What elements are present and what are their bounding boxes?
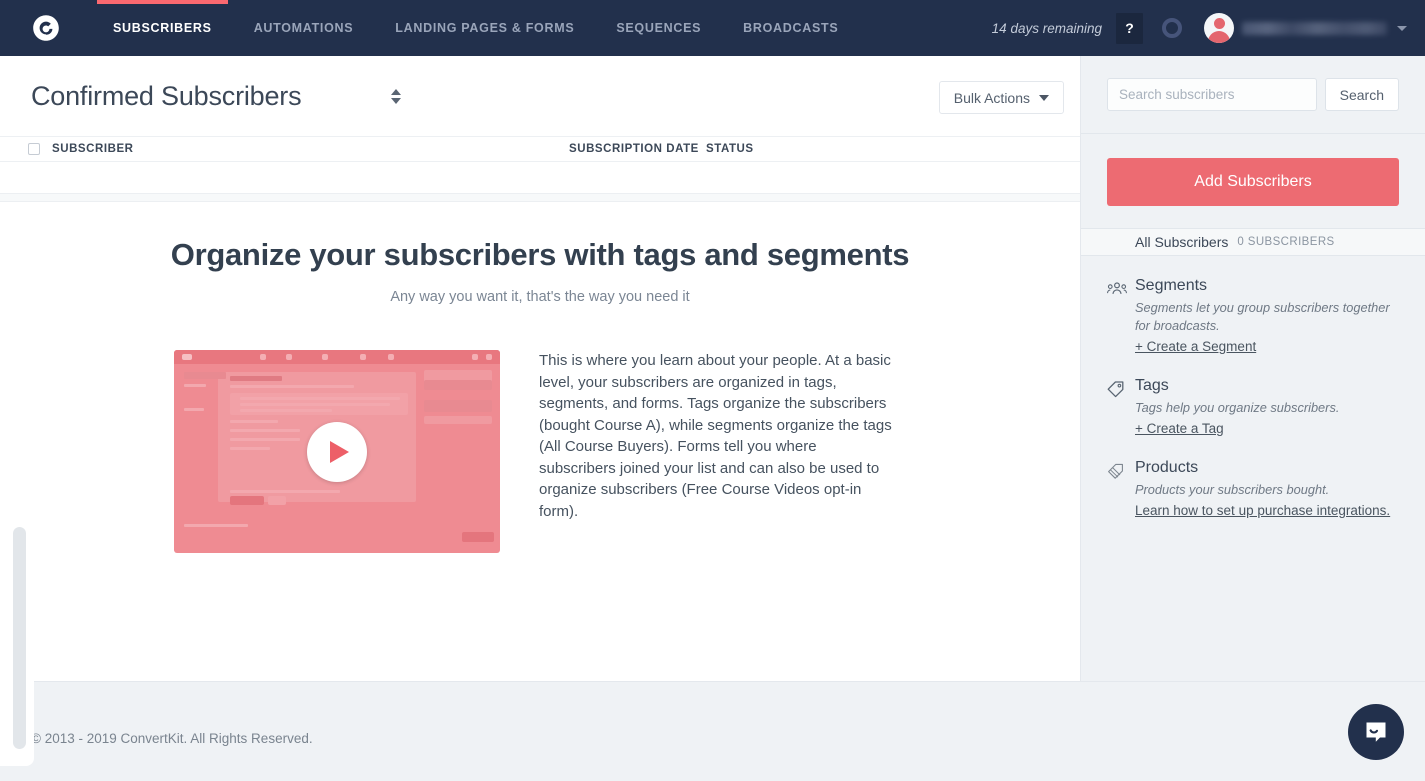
right-sidebar: Search Add Subscribers All Subscribers 0… bbox=[1080, 56, 1425, 681]
trial-remaining-text: 14 days remaining bbox=[991, 20, 1102, 36]
create-tag-link[interactable]: + Create a Tag bbox=[1135, 421, 1224, 436]
select-all-checkbox[interactable] bbox=[28, 143, 40, 155]
empty-state-paragraph: This is where you learn about your peopl… bbox=[539, 352, 892, 520]
sidebar-add-row: Add Subscribers bbox=[1081, 134, 1425, 228]
play-button-icon[interactable] bbox=[307, 421, 367, 482]
intercom-chat-icon bbox=[1366, 722, 1386, 742]
search-input[interactable] bbox=[1107, 78, 1317, 111]
tutorial-video-thumbnail[interactable] bbox=[174, 350, 500, 553]
section-title: Segments bbox=[1135, 277, 1208, 294]
nav-tab-automations[interactable]: AUTOMATIONS bbox=[233, 0, 375, 56]
table-footer-strip bbox=[0, 194, 1080, 202]
chevron-down-icon[interactable] bbox=[1397, 25, 1407, 31]
table-header-row: SUBSCRIBER SUBSCRIPTION DATE STATUS bbox=[0, 136, 1080, 162]
nav-tab-label: AUTOMATIONS bbox=[253, 21, 354, 35]
nav-tab-landing-pages-and-forms[interactable]: LANDING PAGES & FORMS bbox=[374, 0, 595, 56]
nav-tab-label: SUBSCRIBERS bbox=[113, 21, 212, 35]
column-header-subscription-date[interactable]: SUBSCRIPTION DATE bbox=[569, 143, 699, 155]
nav-tab-list: SUBSCRIBERS AUTOMATIONS LANDING PAGES & … bbox=[92, 0, 859, 56]
nav-tab-label: LANDING PAGES & FORMS bbox=[395, 21, 575, 35]
product-tag-icon bbox=[1107, 459, 1135, 520]
nav-tab-label: SEQUENCES bbox=[616, 21, 702, 35]
column-header-subscriber[interactable]: SUBSCRIBER bbox=[52, 143, 134, 155]
empty-state: Organize your subscribers with tags and … bbox=[0, 202, 1080, 553]
chevron-down-icon bbox=[1039, 94, 1049, 101]
sidebar-section-products: Products Products your subscribers bough… bbox=[1081, 459, 1425, 520]
copyright-text: © 2013 - 2019 ConvertKit. All Rights Res… bbox=[31, 731, 313, 746]
bulk-actions-label: Bulk Actions bbox=[953, 89, 1030, 106]
vertical-scrollbar-thumb[interactable] bbox=[13, 527, 26, 749]
navbar-right-group: 14 days remaining ? bbox=[992, 0, 1425, 56]
nav-tab-broadcasts[interactable]: BROADCASTS bbox=[722, 0, 859, 56]
avatar[interactable] bbox=[1204, 13, 1234, 43]
people-group-icon bbox=[1107, 277, 1135, 356]
account-name-redacted[interactable] bbox=[1242, 21, 1387, 35]
purchase-integrations-link[interactable]: Learn how to set up purchase integration… bbox=[1135, 503, 1390, 518]
tag-icon bbox=[1107, 377, 1135, 438]
progress-ring-icon[interactable] bbox=[1162, 18, 1182, 38]
convertkit-logo-icon bbox=[33, 15, 59, 41]
bulk-actions-button[interactable]: Bulk Actions bbox=[938, 81, 1064, 114]
empty-state-heading: Organize your subscribers with tags and … bbox=[170, 237, 910, 272]
create-segment-link[interactable]: + Create a Segment bbox=[1135, 339, 1256, 354]
table-empty-row bbox=[0, 162, 1080, 194]
section-title: Products bbox=[1135, 459, 1199, 476]
sidebar-sections: Segments Segments let you group subscrib… bbox=[1081, 256, 1425, 520]
add-subscribers-button[interactable]: Add Subscribers bbox=[1107, 158, 1399, 206]
subscriber-count-badge: 0 SUBSCRIBERS bbox=[1237, 236, 1335, 248]
sort-up-down-icon[interactable] bbox=[391, 88, 402, 104]
empty-state-body: This is where you learn about your peopl… bbox=[174, 350, 1080, 553]
page-footer: © 2013 - 2019 ConvertKit. All Rights Res… bbox=[0, 681, 1425, 781]
chat-launcher-button[interactable] bbox=[1348, 704, 1404, 760]
top-navbar: SUBSCRIBERS AUTOMATIONS LANDING PAGES & … bbox=[0, 0, 1425, 56]
nav-tab-label: BROADCASTS bbox=[743, 21, 839, 35]
page-header: Confirmed Subscribers Bulk Actions bbox=[0, 56, 1080, 136]
sidebar-section-segments: Segments Segments let you group subscrib… bbox=[1081, 277, 1425, 356]
sidebar-search-row: Search bbox=[1081, 56, 1425, 134]
search-button[interactable]: Search bbox=[1324, 78, 1399, 111]
nav-tab-subscribers[interactable]: SUBSCRIBERS bbox=[92, 0, 233, 56]
section-description: Segments let you group subscribers toget… bbox=[1135, 300, 1390, 333]
empty-state-subheading: Any way you want it, that's the way you … bbox=[390, 289, 690, 305]
all-subscribers-label: All Subscribers bbox=[1135, 234, 1229, 250]
app-logo[interactable] bbox=[0, 0, 92, 56]
sidebar-section-tags: Tags Tags help you organize subscribers.… bbox=[1081, 377, 1425, 438]
section-description: Tags help you organize subscribers. bbox=[1135, 400, 1340, 415]
help-button[interactable]: ? bbox=[1116, 12, 1143, 44]
main-content: Confirmed Subscribers Bulk Actions SUBSC… bbox=[0, 56, 1080, 681]
user-avatar-icon bbox=[1213, 18, 1225, 29]
column-header-status[interactable]: STATUS bbox=[706, 143, 754, 155]
sidebar-item-all-subscribers[interactable]: All Subscribers 0 SUBSCRIBERS bbox=[1081, 228, 1425, 256]
nav-tab-sequences[interactable]: SEQUENCES bbox=[595, 0, 722, 56]
question-mark-icon: ? bbox=[1125, 20, 1134, 36]
section-description: Products your subscribers bought. bbox=[1135, 482, 1330, 497]
page-title: Confirmed Subscribers bbox=[31, 80, 302, 111]
section-title: Tags bbox=[1135, 377, 1169, 394]
